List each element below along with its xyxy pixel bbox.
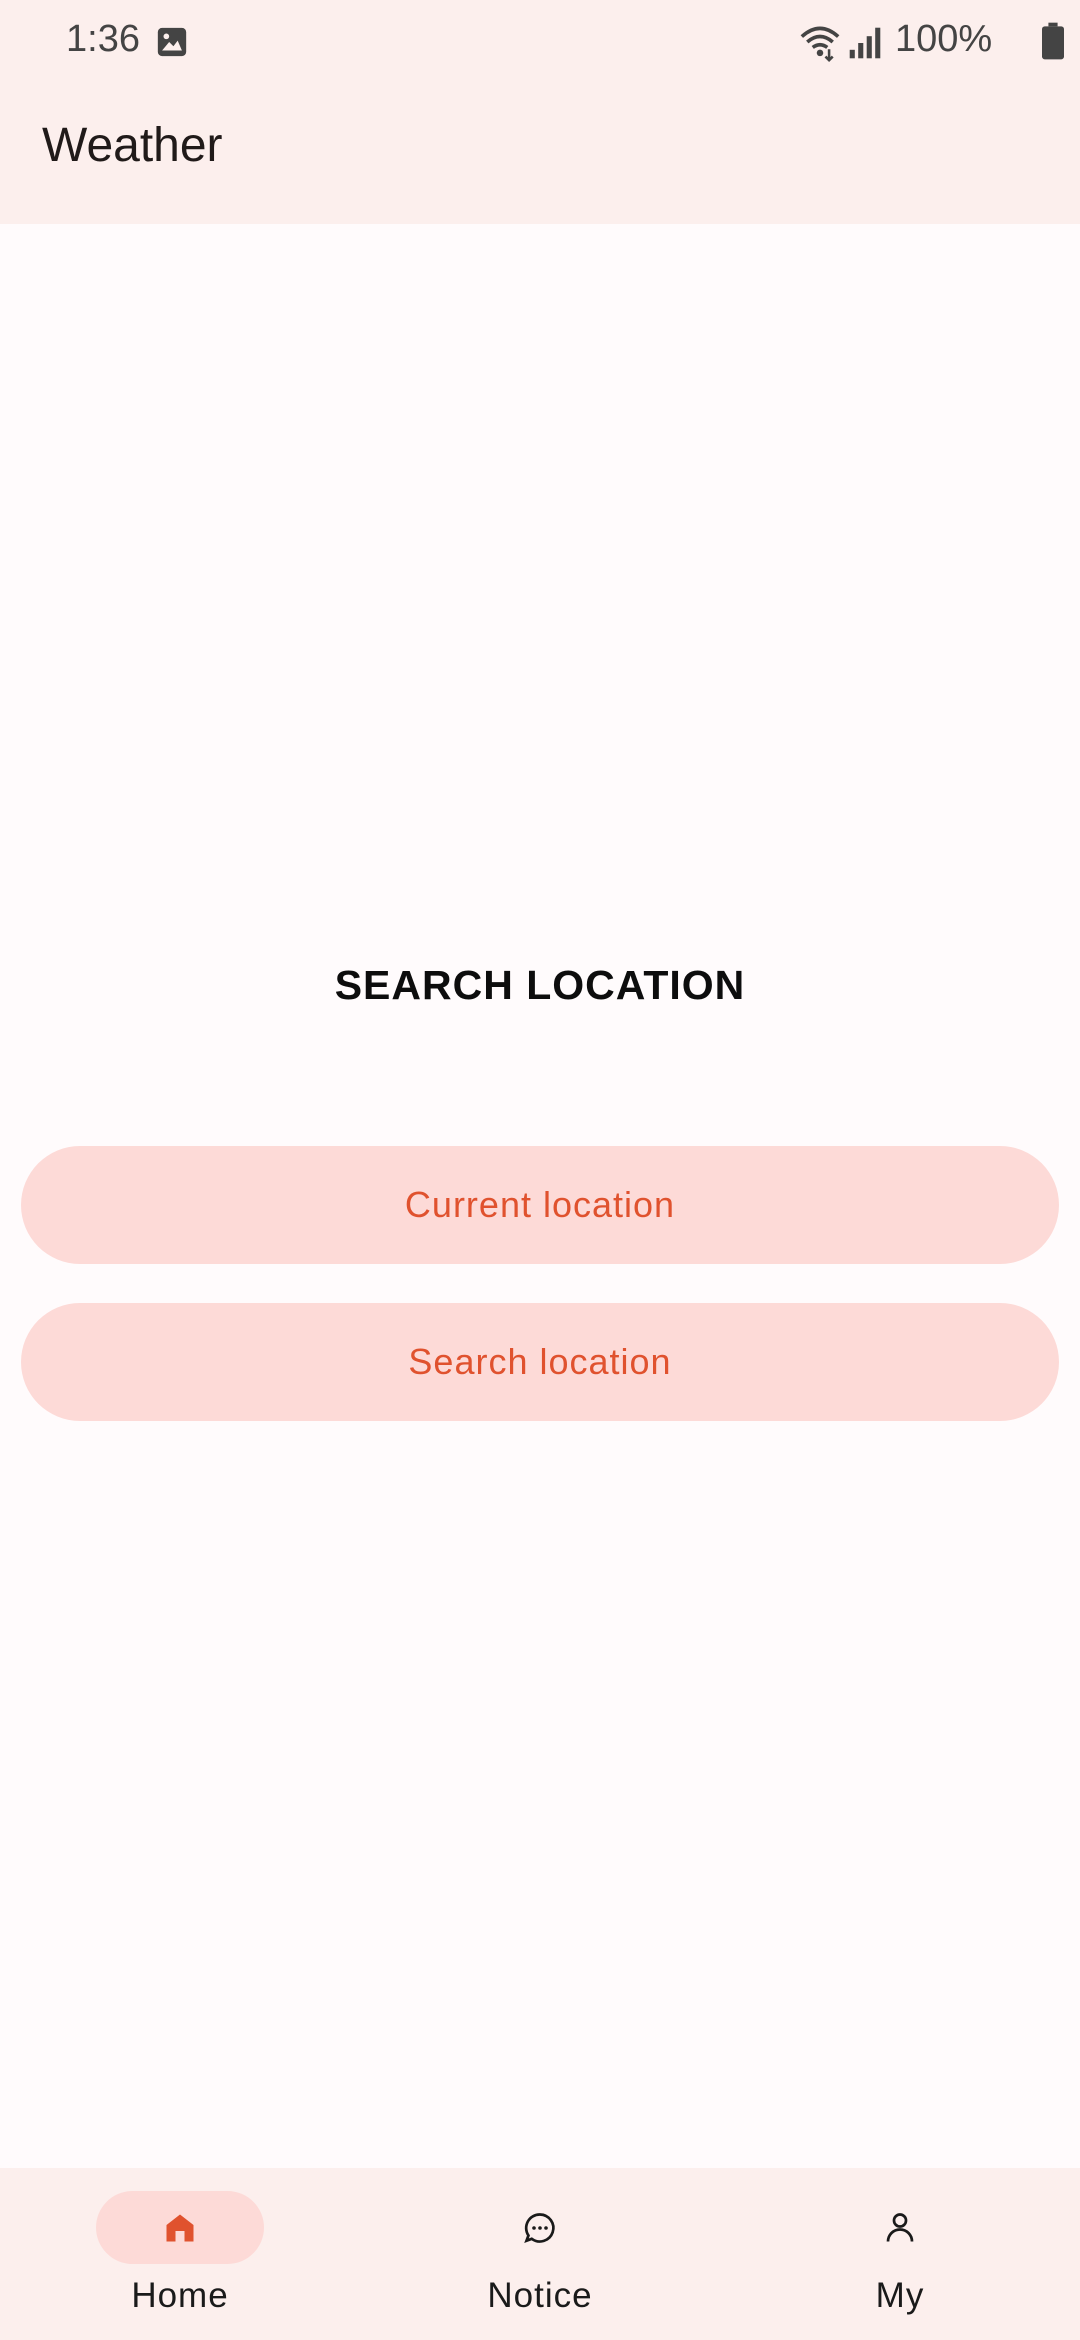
home-icon xyxy=(166,2214,194,2242)
nav-item-home[interactable]: Home xyxy=(0,2168,360,2340)
top-app-bar: Weather xyxy=(0,84,1080,224)
nav-label-home: Home xyxy=(131,2276,229,2315)
bottom-navigation: Home Notice My xyxy=(0,2168,1080,2340)
battery-icon xyxy=(1042,22,1064,60)
nav-label-my: My xyxy=(875,2276,925,2315)
current-location-button[interactable]: Current location xyxy=(21,1146,1059,1264)
nav-item-my[interactable]: My xyxy=(720,2168,1080,2340)
nav-item-notice[interactable]: Notice xyxy=(360,2168,720,2340)
status-bar: 1:36 100% xyxy=(0,0,1080,84)
status-time: 1:36 xyxy=(66,18,140,60)
nav-label-notice: Notice xyxy=(487,2276,593,2315)
search-location-button[interactable]: Search location xyxy=(21,1303,1059,1421)
battery-percentage: 100% xyxy=(895,18,993,60)
signal-icon xyxy=(849,27,881,59)
chat-bubble-icon xyxy=(524,2213,555,2244)
page-title: Weather xyxy=(42,119,223,172)
wifi-icon xyxy=(800,26,840,62)
search-location-heading: SEARCH LOCATION xyxy=(334,962,746,1008)
person-icon xyxy=(886,2213,914,2242)
image-icon xyxy=(157,27,187,57)
